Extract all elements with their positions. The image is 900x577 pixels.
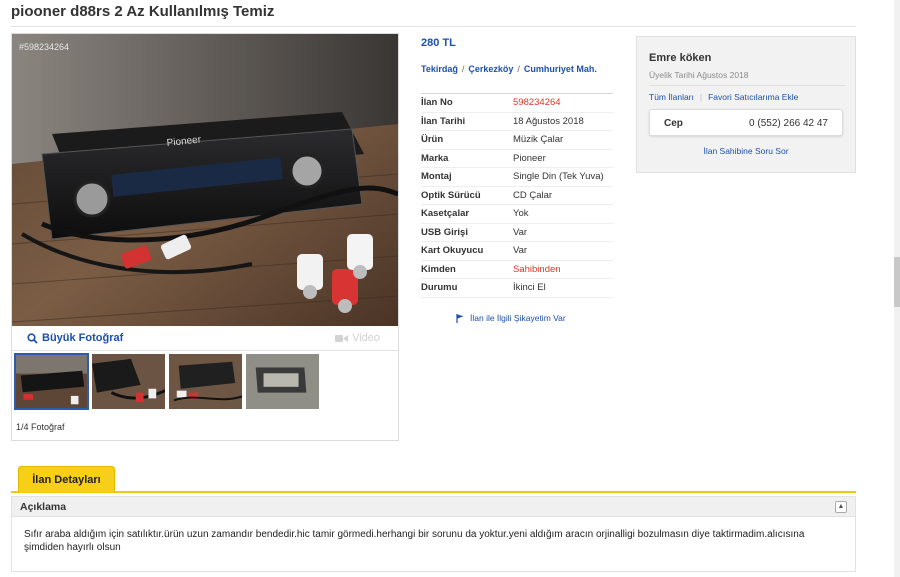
detail-value: Var bbox=[513, 245, 528, 257]
phone-number: 0 (552) 266 42 47 bbox=[749, 118, 828, 129]
detail-row: USB Girişi Var bbox=[421, 224, 613, 242]
thumbnail[interactable] bbox=[168, 353, 243, 410]
video-label: Video bbox=[352, 332, 380, 344]
ask-seller-link[interactable]: İlan Sahibine Soru Sor bbox=[637, 146, 855, 156]
thumbnail[interactable] bbox=[14, 353, 89, 410]
detail-row: Kasetçalar Yok bbox=[421, 205, 613, 224]
detail-key: Kasetçalar bbox=[421, 208, 470, 220]
thumbnail-image bbox=[16, 355, 87, 408]
detail-value: Var bbox=[513, 226, 528, 238]
search-icon bbox=[27, 332, 38, 344]
add-favorite-seller-link[interactable]: Favori Satıcılarıma Ekle bbox=[708, 92, 798, 102]
detail-row: Durumu İkinci El bbox=[421, 279, 613, 298]
video-link[interactable]: Video bbox=[335, 332, 380, 344]
main-photo[interactable]: Pioneer #598234264 bbox=[12, 34, 398, 326]
thumbnail[interactable] bbox=[245, 353, 320, 410]
phone-box[interactable]: Cep 0 (552) 266 42 47 bbox=[649, 109, 843, 136]
seller-name: Emre köken bbox=[649, 52, 712, 64]
detail-key: İlan No bbox=[421, 97, 453, 109]
listing-details-table: İlan No 598234264 İlan Tarihi 18 Ağustos 2… bbox=[421, 93, 613, 298]
detail-key: Marka bbox=[421, 152, 449, 164]
detail-row: Marka Pioneer bbox=[421, 150, 613, 168]
detail-value: İkinci El bbox=[513, 282, 546, 294]
detail-row: İlan Tarihi 18 Ağustos 2018 bbox=[421, 113, 613, 131]
detail-row: İlan No 598234264 bbox=[421, 94, 613, 113]
thumbnail[interactable] bbox=[91, 353, 166, 410]
detail-value: CD Çalar bbox=[513, 189, 553, 201]
listing-title: piooner d88rs 2 Az Kullanılmış Temiz bbox=[11, 3, 275, 20]
description-body: Sıfır araba aldığım için satılıktır.ürün… bbox=[11, 517, 856, 572]
location-breadcrumb: Tekirdağ / Çerkezköy / Cumhuriyet Mah. bbox=[421, 64, 601, 75]
detail-value: Yok bbox=[513, 208, 529, 220]
flag-icon bbox=[456, 313, 464, 323]
detail-key: USB Girişi bbox=[421, 226, 468, 238]
seller-links: Tüm İlanları | Favori Satıcılarıma Ekle bbox=[649, 92, 798, 102]
thumbnail-image bbox=[246, 354, 319, 409]
photo-gallery: Pioneer #598234264 Büyük Fotoğraf Video … bbox=[11, 33, 399, 441]
big-photo-label: Büyük Fotoğraf bbox=[42, 332, 124, 344]
photo-id: #598234264 bbox=[19, 42, 70, 52]
video-camera-icon bbox=[335, 334, 349, 342]
complaint-link[interactable]: İlan ile İlgili Şikayetim Var bbox=[456, 313, 566, 323]
phone-label: Cep bbox=[664, 118, 683, 129]
complaint-label: İlan ile İlgili Şikayetim Var bbox=[470, 313, 566, 323]
detail-value: Müzik Çalar bbox=[513, 134, 564, 146]
detail-row: Kimden Sahibinden bbox=[421, 261, 613, 279]
location-neighborhood[interactable]: Cumhuriyet Mah. bbox=[524, 64, 597, 74]
detail-row: Montaj Single Din (Tek Yuva) bbox=[421, 168, 613, 187]
thumbnail-image bbox=[92, 354, 165, 409]
detail-row: Ürün Müzik Çalar bbox=[421, 131, 613, 150]
chevron-up-icon[interactable]: ▲ bbox=[835, 501, 847, 513]
detail-row: Optik Sürücü CD Çalar bbox=[421, 187, 613, 205]
tab-underline bbox=[11, 491, 856, 493]
tab-listing-details[interactable]: İlan Detayları bbox=[18, 466, 115, 492]
detail-row: Kart Okuyucu Var bbox=[421, 242, 613, 261]
photo-toolbar: Büyük Fotoğraf Video bbox=[12, 326, 398, 350]
description-header: Açıklama ▲ bbox=[11, 496, 856, 517]
detail-value: 18 Ağustos 2018 bbox=[513, 115, 584, 127]
big-photo-link[interactable]: Büyük Fotoğraf bbox=[27, 332, 123, 344]
scrollbar-thumb[interactable] bbox=[894, 257, 900, 307]
car-stereo-photo: Pioneer bbox=[12, 34, 398, 326]
title-divider bbox=[11, 26, 856, 27]
all-listings-link[interactable]: Tüm İlanları bbox=[649, 92, 694, 102]
detail-key: Durumu bbox=[421, 282, 458, 294]
detail-key: Ürün bbox=[421, 134, 444, 146]
description-title: Açıklama bbox=[20, 501, 67, 513]
detail-key: Optik Sürücü bbox=[421, 189, 481, 201]
photo-count: 1/4 Fotoğraf bbox=[16, 422, 65, 432]
location-city[interactable]: Tekirdağ bbox=[421, 64, 458, 74]
detail-value: Pioneer bbox=[513, 152, 546, 164]
price: 280 TL bbox=[421, 37, 456, 49]
detail-value: 598234264 bbox=[513, 97, 561, 109]
member-since: Üyelik Tarihi Ağustos 2018 bbox=[649, 70, 749, 80]
detail-key: İlan Tarihi bbox=[421, 115, 466, 127]
detail-key: Montaj bbox=[421, 171, 452, 183]
location-separator: / bbox=[461, 64, 465, 74]
detail-value: Sahibinden bbox=[513, 263, 561, 275]
location-district[interactable]: Çerkezköy bbox=[468, 64, 513, 74]
link-separator: | bbox=[699, 92, 703, 102]
detail-value: Single Din (Tek Yuva) bbox=[513, 171, 604, 183]
thumbnail-image bbox=[169, 354, 242, 409]
location-separator: / bbox=[517, 64, 520, 74]
seller-panel: Emre köken Üyelik Tarihi Ağustos 2018 Tü… bbox=[636, 36, 856, 173]
thumbnail-strip bbox=[12, 350, 398, 412]
detail-key: Kimden bbox=[421, 263, 456, 275]
seller-divider bbox=[649, 85, 845, 86]
detail-key: Kart Okuyucu bbox=[421, 245, 484, 257]
